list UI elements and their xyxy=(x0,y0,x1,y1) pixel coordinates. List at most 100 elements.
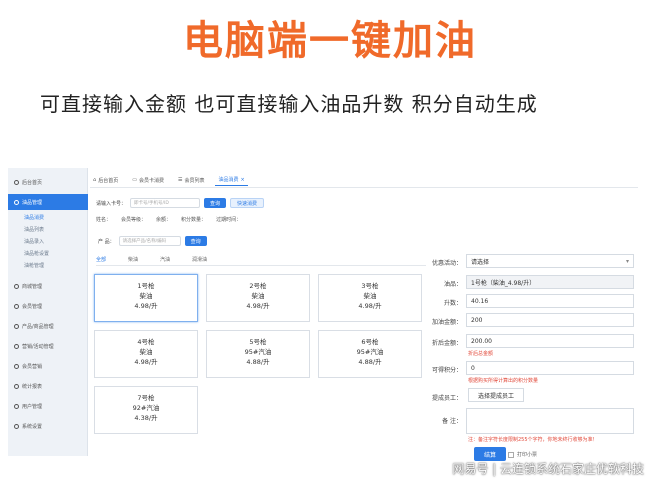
fuel-tab-gasoline[interactable]: 汽油 xyxy=(160,256,170,263)
sidebar-item-mall[interactable]: 商城管理 xyxy=(8,278,88,294)
sidebar-subitem[interactable]: 油品枪设置 xyxy=(8,248,88,259)
product-search-row: 产 品： 请选择产品/名称/编码 查询 xyxy=(98,236,207,246)
sidebar-item-member-marketing[interactable]: 会员营销 xyxy=(8,358,88,374)
amount-input[interactable]: 200 xyxy=(466,313,634,327)
gift-icon xyxy=(14,363,19,369)
liters-input[interactable]: 40.16 xyxy=(466,294,634,308)
promo-label: 优惠活动： xyxy=(431,260,462,267)
tab-bar: ⌂ 后台首页 ▭ 会员卡消费 ☰ 会员列表 油品消费 × xyxy=(90,174,248,186)
card-icon: ▭ xyxy=(132,177,137,183)
sidebar-item-label: 会员营销 xyxy=(22,363,43,370)
query-button[interactable]: 查询 xyxy=(204,198,227,208)
quick-consume-button[interactable]: 快速消费 xyxy=(230,198,265,208)
points-hint: 根据购买所得计算出的积分数量 xyxy=(468,378,539,384)
sidebar-subitem[interactable]: 油枪管理 xyxy=(8,260,88,271)
points-label: 可得积分： xyxy=(431,367,462,374)
pump-card[interactable]: 6号枪 95#汽油 4.88/升 xyxy=(318,330,422,378)
headline: 电脑端一键加油 xyxy=(183,18,477,64)
promo-select[interactable]: 请选择 ▾ xyxy=(466,254,634,268)
subline: 可直接输入金额 也可直接输入油品升数 积分自动生成 xyxy=(40,92,538,116)
pump-card[interactable]: 1号枪 柴油 4.98/升 xyxy=(94,274,198,322)
home-icon xyxy=(14,179,19,185)
pump-card[interactable]: 4号枪 柴油 4.98/升 xyxy=(94,330,198,378)
sidebar-item-reports[interactable]: 统计报表 xyxy=(8,378,88,394)
note-textarea[interactable] xyxy=(466,408,634,434)
fuel-icon xyxy=(14,199,19,205)
megaphone-icon xyxy=(14,343,19,349)
after-amount-input[interactable]: 200.00 xyxy=(466,334,634,348)
pump-price: 4.98/升 xyxy=(134,302,158,310)
gear-icon xyxy=(14,423,19,429)
sidebar-item-label: 商城管理 xyxy=(22,283,43,290)
app-window: 后台首页 油品管理 油品消费 油品列表 油品录入 油品枪设置 油枪管理 商城管理… xyxy=(8,168,638,461)
fuel-tab-all[interactable]: 全部 xyxy=(96,256,106,263)
pump-fuel: 92#汽油 xyxy=(132,404,160,412)
submit-button[interactable]: 结算 xyxy=(474,447,507,461)
watermark: 网易号 | 云连锁系统石家庄优软科技 xyxy=(452,462,644,476)
sidebar-item-users[interactable]: 用户管理 xyxy=(8,398,88,414)
sidebar-subitem[interactable]: 油品录入 xyxy=(8,236,88,247)
promo-value: 请选择 xyxy=(471,258,490,266)
select-staff-button[interactable]: 选择提成员工 xyxy=(468,388,524,402)
after-amount-hint: 折后总金额 xyxy=(468,351,494,357)
sidebar: 后台首页 油品管理 油品消费 油品列表 油品录入 油品枪设置 油枪管理 商城管理… xyxy=(8,168,88,456)
pump-fuel: 95#汽油 xyxy=(244,348,272,356)
tab-fuel-consume[interactable]: 油品消费 × xyxy=(215,174,248,186)
pump-fuel: 柴油 xyxy=(251,292,265,300)
points-input[interactable]: 0 xyxy=(466,361,634,375)
chart-icon xyxy=(14,383,19,389)
close-icon[interactable]: × xyxy=(240,177,244,183)
card-number-input[interactable]: 即卡号/手机号/ID xyxy=(130,198,201,208)
info-expiry: 过期时间： xyxy=(216,217,242,223)
pump-fuel: 柴油 xyxy=(139,292,153,300)
note-hint: 注：备注字符长度限制255个字符，你地未终行收够为准！ xyxy=(468,437,598,443)
sidebar-subitem[interactable]: 油品消费 xyxy=(8,212,88,223)
print-receipt-checkbox[interactable]: 打印小票 xyxy=(508,451,537,458)
fuel-tab-lubricant[interactable]: 润滑油 xyxy=(192,256,207,263)
tab-label: 后台首页 xyxy=(98,177,119,184)
pump-card[interactable]: 3号枪 柴油 4.98/升 xyxy=(318,274,422,322)
staff-label: 提成员工： xyxy=(431,395,462,402)
pump-fuel: 95#汽油 xyxy=(356,348,384,356)
pump-gun: 2号枪 xyxy=(249,282,267,290)
divider xyxy=(96,265,426,266)
tab-home[interactable]: ⌂ 后台首页 xyxy=(90,174,121,186)
fuel-field: 1号枪（柴油_4.98/升） xyxy=(466,275,634,289)
pump-price: 4.38/升 xyxy=(134,414,158,422)
product-search-button[interactable]: 查询 xyxy=(184,236,207,246)
sidebar-subitem[interactable]: 油品列表 xyxy=(8,224,88,235)
sidebar-item-products[interactable]: 产品/商品管理 xyxy=(8,318,88,334)
home-icon: ⌂ xyxy=(93,177,97,183)
product-label: 产 品： xyxy=(98,238,115,245)
sidebar-item-marketing[interactable]: 营销/活动管理 xyxy=(8,338,88,354)
tab-member-list[interactable]: ☰ 会员列表 xyxy=(175,174,208,186)
list-icon: ☰ xyxy=(177,177,183,183)
tab-member-card[interactable]: ▭ 会员卡消费 xyxy=(129,174,167,186)
fuel-tab-diesel[interactable]: 柴油 xyxy=(128,256,138,263)
sidebar-item-label: 后台首页 xyxy=(22,179,43,186)
sidebar-item-label: 会员管理 xyxy=(22,303,43,310)
user-icon xyxy=(14,303,19,309)
divider xyxy=(90,187,638,188)
liters-label: 升数： xyxy=(443,300,462,307)
sidebar-item-label: 用户管理 xyxy=(22,403,43,410)
pump-fuel: 柴油 xyxy=(139,348,153,356)
sidebar-item-settings[interactable]: 系统设置 xyxy=(8,418,88,434)
pump-card[interactable]: 2号枪 柴油 4.98/升 xyxy=(206,274,310,322)
info-points: 积分数量： xyxy=(181,217,207,223)
pump-card[interactable]: 5号枪 95#汽油 4.88/升 xyxy=(206,330,310,378)
tab-label: 油品消费 xyxy=(218,177,239,183)
sidebar-item-label: 系统设置 xyxy=(22,423,43,430)
pump-gun: 6号枪 xyxy=(361,338,379,346)
sidebar-item-home[interactable]: 后台首页 xyxy=(8,174,88,190)
pump-card[interactable]: 7号枪 92#汽油 4.38/升 xyxy=(94,386,198,434)
pump-price: 4.98/升 xyxy=(134,358,158,366)
info-balance: 余额： xyxy=(156,217,172,223)
product-input[interactable]: 请选择产品/名称/编码 xyxy=(118,236,181,246)
tab-label: 会员卡消费 xyxy=(138,177,164,184)
sidebar-item-members[interactable]: 会员管理 xyxy=(8,298,88,314)
sidebar-item-fuel[interactable]: 油品管理 xyxy=(8,194,88,210)
cart-icon xyxy=(14,283,19,289)
pump-price: 4.88/升 xyxy=(358,358,382,366)
chevron-down-icon: ▾ xyxy=(625,257,629,265)
